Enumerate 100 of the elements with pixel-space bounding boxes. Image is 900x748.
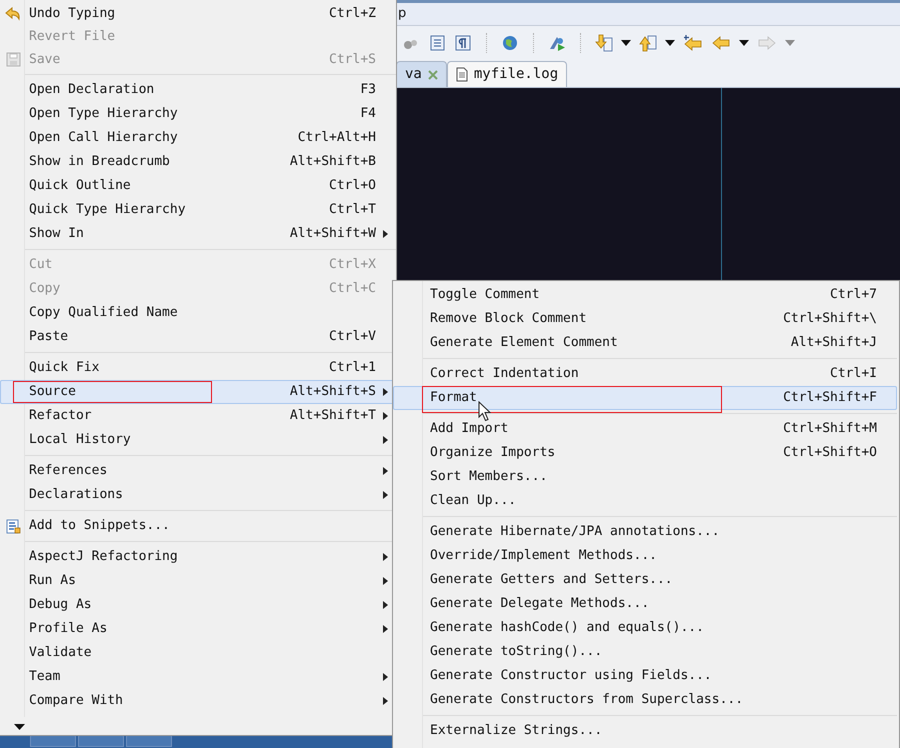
item-label: Open Declaration (29, 81, 154, 100)
menu-item[interactable]: Externalize Strings... (393, 719, 897, 743)
item-label: Quick Fix (29, 359, 100, 378)
close-icon[interactable] (428, 70, 438, 80)
item-label: Toggle Comment (430, 286, 540, 304)
item-label: References (29, 462, 108, 480)
document-icon[interactable] (428, 34, 446, 52)
shortcut-text: Ctrl+T (329, 201, 376, 220)
menu-item[interactable]: Generate Constructor using Fields... (393, 664, 897, 688)
menu-item[interactable]: Copy Qualified Name (0, 301, 396, 325)
item-label: Declarations (29, 486, 123, 504)
dropdown-caret-icon[interactable] (739, 40, 749, 46)
menu-item[interactable]: Local History (0, 428, 396, 452)
menu-item[interactable]: Generate toString()... (393, 640, 897, 664)
item-label: Clean Up... (430, 492, 516, 510)
menu-item[interactable]: Run As (0, 569, 396, 593)
menu-item[interactable]: Refactor Alt+Shift+T (0, 404, 396, 428)
item-label: AspectJ Refactoring (29, 548, 178, 566)
undo-arrow-icon (5, 6, 21, 20)
menu-item[interactable]: Clean Up... (393, 489, 897, 513)
menu-item[interactable]: Compare With (0, 689, 396, 713)
editor-tab[interactable]: va (396, 61, 447, 87)
menu-item[interactable]: Paste Ctrl+V (0, 325, 396, 349)
item-label: Profile As (29, 620, 108, 638)
back-star-icon[interactable] (683, 34, 703, 52)
item-label: Override/Implement Methods... (430, 547, 657, 566)
menu-item[interactable]: Generate hashCode() and equals()... (393, 616, 897, 640)
shortcut-text: F3 (360, 81, 376, 100)
menu-item[interactable]: Quick Type Hierarchy Ctrl+T (0, 198, 396, 222)
menu-item[interactable]: Debug As (0, 593, 396, 617)
menu-item[interactable]: Remove Block Comment Ctrl+Shift+\ (393, 307, 897, 331)
item-label: Refactor (29, 407, 92, 426)
up-arrow-icon[interactable] (639, 34, 657, 52)
submenu-arrow-icon (383, 601, 388, 609)
submenu-arrow-icon (383, 625, 388, 633)
dropdown-caret-icon[interactable] (665, 40, 675, 46)
menu-item[interactable]: Format Ctrl+Shift+F (393, 386, 897, 410)
mouse-cursor-icon (478, 401, 492, 422)
shortcut-text: Alt+Shift+S (290, 383, 376, 402)
item-label: Cut (29, 256, 52, 274)
shortcut-text: Alt+Shift+T (290, 407, 376, 426)
menu-item[interactable]: Show In Alt+Shift+W (0, 222, 396, 246)
submenu-arrow-icon (383, 577, 388, 585)
shortcut-text: Ctrl+Shift+O (783, 444, 877, 462)
menu-item[interactable]: Profile As (0, 617, 396, 641)
item-label: Remove Block Comment (430, 310, 587, 328)
shortcut-text: Ctrl+Shift+M (783, 420, 877, 438)
item-label: Generate Hibernate/JPA annotations... (430, 523, 720, 542)
menu-item[interactable]: Team (0, 665, 396, 689)
item-label: Correct Indentation (430, 365, 579, 384)
item-label: Team (29, 668, 60, 686)
menu-item[interactable]: Generate Getters and Setters... (393, 568, 897, 592)
menu-item[interactable]: Quick Fix Ctrl+1 (0, 356, 396, 380)
pilcrow-icon[interactable] (454, 34, 472, 52)
menu-title[interactable]: p (398, 4, 406, 24)
editor-tab[interactable]: myfile.log (446, 61, 568, 87)
shortcut-text: Ctrl+Z (329, 4, 376, 23)
item-label: Sort Members... (430, 468, 548, 486)
menu-item[interactable]: Show in Breadcrumb Alt+Shift+B (0, 150, 396, 174)
item-label: Local History (29, 431, 131, 450)
menu-item[interactable]: Declarations (0, 483, 396, 507)
shortcut-text: Ctrl+1 (329, 359, 376, 378)
submenu-arrow-icon (383, 230, 388, 238)
menu-item[interactable]: Sort Members... (393, 465, 897, 489)
dropdown-caret-icon[interactable] (621, 40, 631, 46)
back-arrow-icon[interactable] (711, 34, 731, 52)
globe-icon[interactable] (501, 34, 519, 52)
item-label: Debug As (29, 596, 92, 614)
menu-item[interactable]: Override/Implement Methods... (393, 544, 897, 568)
item-label: Save (29, 50, 60, 69)
submenu-arrow-icon (383, 467, 388, 475)
item-label: Show in Breadcrumb (29, 153, 170, 172)
down-arrow-icon[interactable] (595, 34, 613, 52)
menu-item[interactable]: Organize Imports Ctrl+Shift+O (393, 441, 897, 465)
menu-item[interactable]: Undo Typing Ctrl+Z (0, 2, 396, 25)
menu-item[interactable]: Add to Snippets... (0, 514, 396, 538)
menu-item[interactable]: Correct Indentation Ctrl+I (393, 362, 897, 386)
menu-item[interactable]: Quick Outline Ctrl+O (0, 174, 396, 198)
item-label: Externalize Strings... (430, 722, 602, 740)
shortcut-text: Alt+Shift+J (790, 334, 877, 352)
item-label: Source (29, 383, 76, 402)
shortcut-text: Ctrl+Shift+F (783, 389, 877, 408)
menu-item[interactable]: Toggle Comment Ctrl+7 (393, 283, 897, 307)
menu-item[interactable]: Open Call Hierarchy Ctrl+Alt+H (0, 126, 396, 150)
menu-item[interactable]: Validate (0, 641, 396, 665)
menu-item[interactable]: AspectJ Refactoring (0, 545, 396, 569)
shortcut-text: Ctrl+C (329, 280, 376, 298)
menu-item[interactable]: Generate Delegate Methods... (393, 592, 897, 616)
menu-item[interactable]: Open Declaration F3 (0, 78, 396, 102)
shortcut-text: Alt+Shift+W (290, 225, 376, 244)
menu-item[interactable]: Generate Element Comment Alt+Shift+J (393, 331, 897, 355)
menu-item[interactable]: Generate Hibernate/JPA annotations... (393, 520, 897, 544)
item-label: Generate Delegate Methods... (430, 595, 650, 614)
menu-item[interactable]: References (0, 459, 396, 483)
item-label: Undo Typing (29, 4, 116, 23)
item-label: Revert File (29, 28, 116, 46)
menu-item[interactable]: Generate Constructors from Superclass... (393, 688, 897, 712)
scroll-down-icon[interactable] (14, 724, 25, 730)
menu-item[interactable]: Open Type Hierarchy F4 (0, 102, 396, 126)
menu-item[interactable]: Add Import Ctrl+Shift+M (393, 417, 897, 441)
